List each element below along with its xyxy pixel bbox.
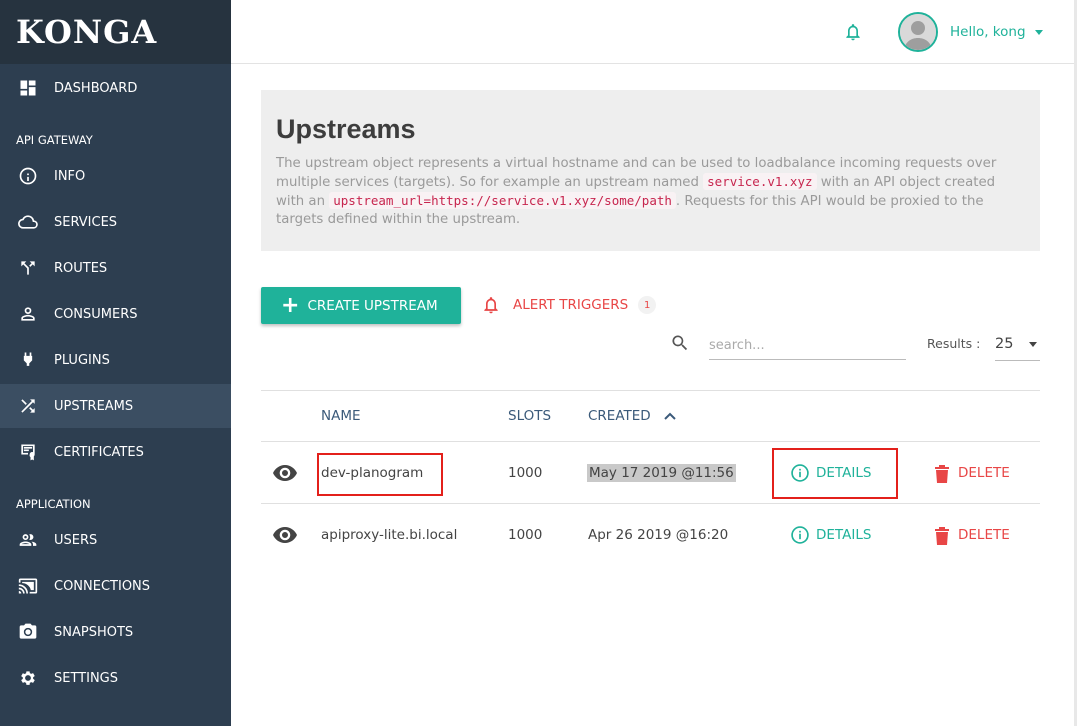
chevron-down-icon[interactable] [1035, 30, 1043, 35]
sidebar-item-label: INFO [54, 168, 86, 184]
alert-count-badge: 1 [638, 296, 657, 314]
shuffle-icon [17, 395, 39, 417]
search-input[interactable] [709, 331, 906, 360]
upstream-slots: 1000 [508, 465, 543, 481]
sidebar-item-label: CONNECTIONS [54, 578, 151, 594]
sidebar-item-settings[interactable]: SETTINGS [0, 656, 231, 700]
upstream-created: May 17 2019 @11:56 [587, 464, 736, 482]
delete-button[interactable]: DELETE [934, 525, 1010, 545]
sidebar-item-users[interactable]: USERS [0, 518, 231, 562]
trash-icon [935, 527, 949, 545]
upstream-slots: 1000 [508, 527, 543, 543]
sidebar-item-label: CONSUMERS [54, 306, 138, 322]
sidebar-item-label: USERS [54, 532, 98, 548]
sidebar-item-certificates[interactable]: CERTIFICATES [0, 430, 231, 474]
code-service-name: service.v1.xyz [703, 173, 817, 190]
delete-button[interactable]: DELETE [934, 463, 1010, 483]
details-label: DETAILS [816, 527, 872, 543]
app-logo[interactable]: KONGA [0, 0, 231, 64]
intro-panel: Upstreams The upstream object represents… [261, 90, 1040, 251]
chevron-down-icon [1029, 342, 1037, 347]
alert-triggers-button[interactable]: ALERT TRIGGERS 1 [481, 291, 657, 319]
details-button[interactable]: DETAILS [790, 525, 871, 545]
delete-label: DELETE [958, 465, 1010, 481]
sidebar-item-services[interactable]: SERVICES [0, 200, 231, 244]
top-bar: Hello, kong [231, 0, 1077, 64]
plus-icon: + [281, 292, 300, 318]
page-description: The upstream object represents a virtual… [276, 155, 1025, 229]
upstream-name[interactable]: apiproxy-lite.bi.local [321, 527, 457, 543]
sidebar-item-label: ROUTES [54, 260, 108, 276]
sidebar-item-label: UPSTREAMS [54, 398, 134, 414]
code-upstream-url: upstream_url=https://service.v1.xyz/some… [329, 192, 676, 209]
logo-text: KONGA [16, 13, 158, 51]
bell-icon [484, 297, 498, 314]
create-upstream-button[interactable]: + CREATE UPSTREAM [261, 287, 461, 324]
routes-icon [17, 257, 39, 279]
sidebar-item-label: SERVICES [54, 214, 118, 230]
sidebar-item-snapshots[interactable]: SNAPSHOTS [0, 610, 231, 654]
upstream-created: Apr 26 2019 @16:20 [588, 527, 729, 543]
sidebar-item-routes[interactable]: ROUTES [0, 246, 231, 290]
dashboard-icon [17, 77, 39, 99]
table-divider [261, 390, 1040, 391]
person-icon [17, 303, 39, 325]
sidebar-item-label: DASHBOARD [54, 80, 138, 96]
sidebar-item-dashboard[interactable]: DASHBOARD [0, 66, 231, 110]
sidebar-item-info[interactable]: INFO [0, 154, 231, 198]
search-icon [670, 333, 692, 355]
highlight-box-details [772, 448, 898, 499]
cast-icon [17, 575, 39, 597]
users-icon [17, 529, 39, 551]
user-menu-greeting[interactable]: Hello, kong [950, 24, 1026, 40]
sidebar-item-upstreams[interactable]: UPSTREAMS [0, 384, 231, 428]
sidebar-item-plugins[interactable]: PLUGINS [0, 338, 231, 382]
eye-icon[interactable] [273, 465, 297, 481]
gear-icon [17, 667, 39, 689]
sidebar-item-label: PLUGINS [54, 352, 110, 368]
notifications-bell-icon[interactable] [843, 22, 865, 44]
trash-icon [935, 465, 949, 483]
sidebar-item-consumers[interactable]: CONSUMERS [0, 292, 231, 336]
column-header-name[interactable]: NAME [321, 408, 361, 424]
results-per-page-select[interactable]: 25 [995, 332, 1040, 361]
section-api-gateway: API GATEWAY [16, 133, 93, 147]
sidebar-item-label: SETTINGS [54, 670, 119, 686]
section-application: APPLICATION [16, 497, 91, 511]
column-header-slots[interactable]: SLOTS [508, 408, 551, 424]
sidebar: KONGA DASHBOARD API GATEWAY INFO SERVICE… [0, 0, 231, 726]
delete-label: DELETE [958, 527, 1010, 543]
alert-triggers-label: ALERT TRIGGERS [513, 297, 629, 313]
certificate-icon [17, 441, 39, 463]
page-title: Upstreams [276, 114, 416, 144]
info-icon [17, 165, 39, 187]
sort-ascending-icon[interactable] [664, 412, 676, 420]
create-upstream-label: CREATE UPSTREAM [307, 297, 438, 314]
sidebar-item-label: CERTIFICATES [54, 444, 144, 460]
camera-icon [17, 621, 39, 643]
cloud-icon [17, 211, 39, 233]
table-divider [261, 441, 1040, 442]
column-header-created[interactable]: CREATED [588, 408, 651, 424]
plug-icon [17, 349, 39, 371]
results-value: 25 [995, 336, 1014, 352]
sidebar-item-label: SNAPSHOTS [54, 624, 134, 640]
user-avatar[interactable] [898, 12, 938, 52]
info-icon [791, 526, 809, 544]
eye-icon[interactable] [273, 527, 297, 543]
highlight-box-name [317, 453, 443, 496]
table-divider [261, 503, 1040, 504]
sidebar-item-connections[interactable]: CONNECTIONS [0, 564, 231, 608]
results-label: Results : [927, 336, 981, 351]
